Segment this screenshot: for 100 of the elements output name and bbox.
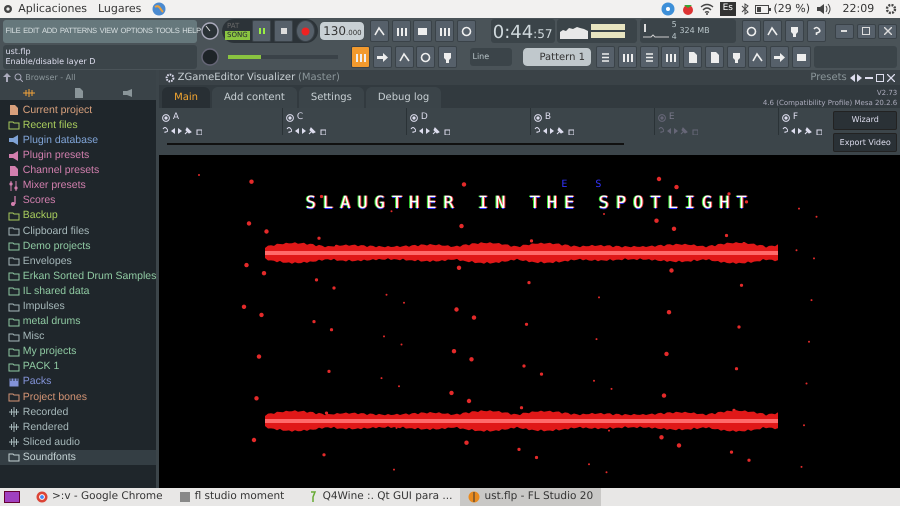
tab[interactable]: Main xyxy=(162,87,210,108)
browser-item[interactable]: Demo projects xyxy=(22,238,90,254)
previous-icon[interactable] xyxy=(294,128,299,134)
toolbar-button[interactable] xyxy=(792,46,811,68)
globe-icon[interactable] xyxy=(152,2,166,16)
bluetooth-icon[interactable] xyxy=(741,3,750,15)
menu-item[interactable]: Aplicaciones xyxy=(18,0,87,18)
browser-item[interactable]: Packs xyxy=(22,374,52,390)
browser-item[interactable]: Rendered xyxy=(22,420,69,435)
toolbar-button[interactable] xyxy=(413,20,432,42)
restore-icon[interactable] xyxy=(876,74,884,82)
browser-item[interactable]: Channel presets xyxy=(22,163,100,178)
next-icon[interactable] xyxy=(798,128,802,134)
toolbar-button[interactable] xyxy=(438,46,457,68)
browser-item[interactable]: Impulses xyxy=(22,299,65,314)
next-icon[interactable] xyxy=(302,128,306,134)
browser-item[interactable]: IL shared data xyxy=(22,284,90,299)
toolbar-button[interactable] xyxy=(370,20,389,42)
next-icon[interactable] xyxy=(857,74,862,82)
toolbar-button[interactable] xyxy=(640,46,658,68)
plug-icon[interactable] xyxy=(123,88,134,96)
browser-item[interactable]: Erkan Sorted Drum Samples xyxy=(22,268,156,284)
toolbar-button[interactable] xyxy=(372,46,392,68)
browser-item[interactable]: Plugin database xyxy=(22,132,98,148)
taskbar-item[interactable]: Q4Wine :. Qt GUI para ... xyxy=(322,489,452,505)
browser-item[interactable]: Plugin presets xyxy=(22,148,90,164)
disc-icon[interactable] xyxy=(661,2,676,16)
tab[interactable]: Settings xyxy=(298,87,364,108)
minimize-icon[interactable] xyxy=(865,76,873,78)
horizontal-scrollbar[interactable] xyxy=(167,143,624,145)
window-control-button[interactable] xyxy=(856,24,876,38)
browser-item[interactable]: Mixer presets xyxy=(22,178,86,194)
gear-icon[interactable] xyxy=(164,72,175,82)
previous-icon[interactable] xyxy=(850,74,854,82)
toolbar-button[interactable] xyxy=(351,46,370,68)
tab[interactable]: Add content xyxy=(212,87,297,108)
window-control-button[interactable] xyxy=(878,24,898,38)
browser-item[interactable]: Current project xyxy=(22,102,92,118)
browser-item[interactable]: Scores xyxy=(22,193,56,208)
previous-icon[interactable] xyxy=(790,128,795,134)
radio-icon[interactable] xyxy=(658,114,666,122)
volume-icon[interactable] xyxy=(816,3,832,15)
browser-item[interactable]: Recent files xyxy=(22,118,78,133)
toolbar-button[interactable] xyxy=(596,46,615,68)
toolbar-button[interactable] xyxy=(394,46,414,68)
toolbar-button[interactable] xyxy=(416,46,436,68)
action-button[interactable]: Export Video xyxy=(833,132,898,152)
master-volume-slider[interactable] xyxy=(228,55,262,59)
search-icon[interactable] xyxy=(14,73,22,82)
browser-item[interactable]: Misc xyxy=(22,329,44,344)
wifi-icon[interactable] xyxy=(700,3,714,15)
toolbar-button[interactable] xyxy=(618,46,637,68)
browser-item[interactable]: Backup xyxy=(22,208,58,224)
browser-item[interactable]: metal drums xyxy=(22,314,81,330)
clock[interactable]: 22:09 xyxy=(842,0,874,18)
previous-icon[interactable] xyxy=(542,128,547,134)
taskbar-item[interactable]: >:v - Google Chrome xyxy=(52,489,163,505)
wave-icon[interactable] xyxy=(22,88,35,96)
close-icon[interactable] xyxy=(886,74,894,82)
keyboard-layout-indicator[interactable]: Es xyxy=(720,2,736,16)
file-icon[interactable] xyxy=(75,88,84,98)
pause-button[interactable] xyxy=(252,20,272,42)
tab[interactable]: Debug log xyxy=(366,87,442,108)
next-icon[interactable] xyxy=(178,128,182,134)
toolbar-button[interactable] xyxy=(742,20,761,42)
previous-icon[interactable] xyxy=(418,128,423,134)
browser-item[interactable]: Project bones xyxy=(22,390,87,405)
toolbar-button[interactable] xyxy=(392,20,411,42)
toolbar-button[interactable] xyxy=(785,20,804,42)
up-arrow-icon[interactable] xyxy=(2,73,11,82)
toolbar-button[interactable] xyxy=(806,20,826,42)
browser-item[interactable]: Recorded xyxy=(22,404,68,420)
toolbar-button[interactable] xyxy=(435,20,454,42)
toolbar-button[interactable] xyxy=(748,46,768,68)
action-button[interactable]: Wizard xyxy=(833,110,898,130)
browser-item[interactable]: Envelopes xyxy=(22,254,72,269)
toolbar-button[interactable] xyxy=(683,46,702,68)
strawberry-icon[interactable] xyxy=(680,2,695,16)
toolbar-button[interactable] xyxy=(770,46,789,68)
browser-item[interactable]: Sliced audio xyxy=(22,434,80,450)
browser-item[interactable]: My projects xyxy=(22,344,76,360)
toolbar-button[interactable] xyxy=(704,46,724,68)
toolbar-button[interactable] xyxy=(726,46,746,68)
menu-item[interactable]: Lugares xyxy=(98,0,142,18)
toolbar-button[interactable] xyxy=(661,46,680,68)
taskbar-item[interactable]: fl studio moment xyxy=(194,489,284,505)
previous-icon[interactable] xyxy=(170,128,175,134)
next-icon[interactable] xyxy=(550,128,554,134)
knob-icon[interactable] xyxy=(200,47,220,67)
next-icon[interactable] xyxy=(426,128,430,134)
browser-item[interactable]: Clipboard files xyxy=(22,224,90,239)
window-control-button[interactable] xyxy=(834,24,854,38)
stop-button[interactable] xyxy=(274,20,294,42)
knob-icon[interactable] xyxy=(200,21,220,41)
pattern-selector[interactable]: Pattern 1 xyxy=(522,48,590,66)
toolbar-button[interactable] xyxy=(456,20,476,42)
toolbar-button[interactable] xyxy=(763,20,782,42)
browser-item[interactable]: PACK 1 xyxy=(22,359,60,374)
settings-icon[interactable] xyxy=(885,3,898,15)
snap-selector[interactable]: Line xyxy=(470,48,512,66)
